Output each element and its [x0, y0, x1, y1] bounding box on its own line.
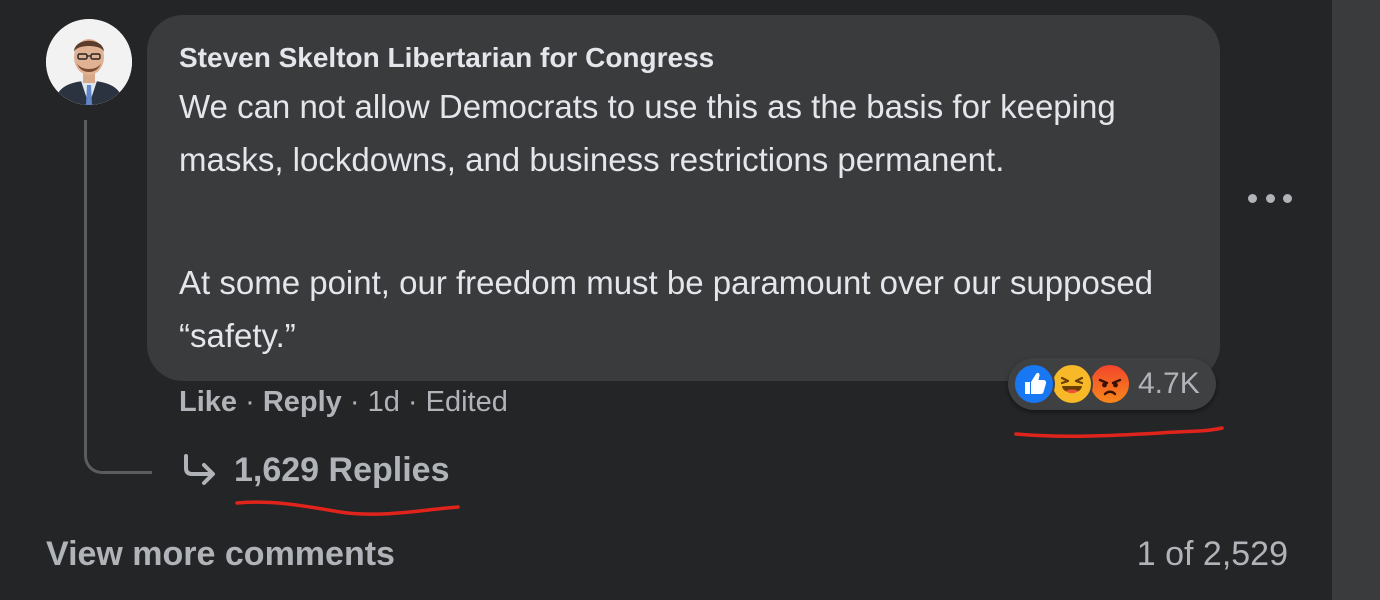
comment-actions: Like · Reply · 1d · Edited	[179, 386, 508, 419]
author-avatar[interactable]	[46, 19, 132, 105]
action-separator: ·	[237, 386, 263, 418]
reaction-summary[interactable]: 4.7K	[1008, 358, 1216, 410]
comment-timestamp[interactable]: 1d	[368, 386, 400, 418]
avatar-photo	[46, 19, 132, 105]
replies-count-label[interactable]: 1,629 Replies	[234, 451, 449, 490]
reply-thread-connector	[84, 120, 152, 474]
comments-pager: 1 of 2,529	[1136, 535, 1288, 573]
like-icon	[1013, 363, 1055, 405]
comment-author-name[interactable]: Steven Skelton Libertarian for Congress	[179, 42, 714, 74]
scroll-gutter	[1332, 0, 1380, 600]
comment-paragraph-1: We can not allow Democrats to use this a…	[179, 88, 1116, 178]
comment-paragraph-2: At some point, our freedom must be param…	[179, 264, 1154, 354]
view-replies-link[interactable]: 1,629 Replies	[180, 450, 449, 490]
haha-icon	[1051, 363, 1093, 405]
action-separator: ·	[399, 386, 426, 418]
angry-icon	[1089, 363, 1131, 405]
action-separator: ·	[341, 386, 368, 418]
edited-label[interactable]: Edited	[426, 386, 508, 418]
more-options-icon[interactable]	[1248, 178, 1292, 218]
like-action[interactable]: Like	[179, 386, 237, 418]
reply-arrow-icon	[184, 454, 215, 485]
reply-action[interactable]: Reply	[263, 386, 342, 418]
reaction-count: 4.7K	[1138, 367, 1200, 400]
view-more-comments-link[interactable]: View more comments	[46, 535, 395, 574]
